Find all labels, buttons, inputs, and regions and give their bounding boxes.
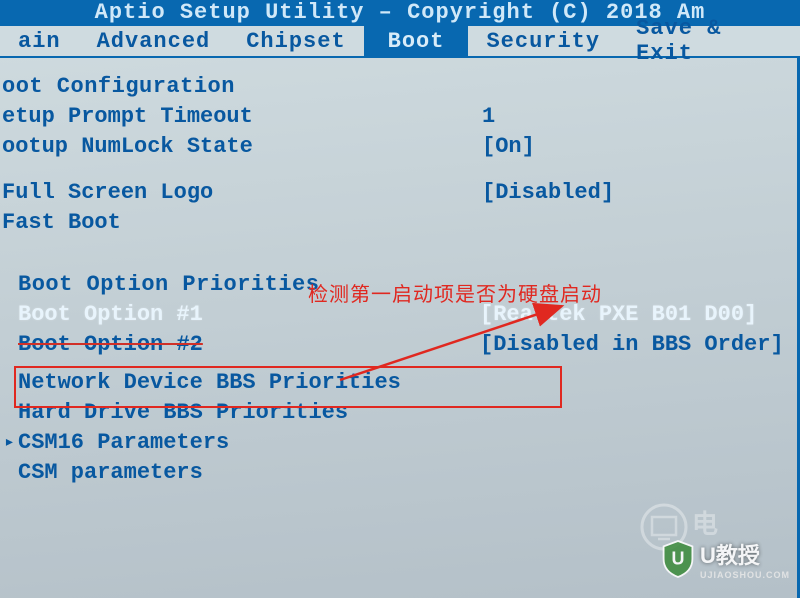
setup-prompt-timeout-row[interactable]: etup Prompt Timeout 1 xyxy=(0,102,797,132)
fullscreen-logo-value: [Disabled] xyxy=(482,178,614,208)
setup-prompt-timeout-label: etup Prompt Timeout xyxy=(2,102,482,132)
fullscreen-logo-row[interactable]: Full Screen Logo [Disabled] xyxy=(0,178,797,208)
network-bbs-label: Network Device BBS Priorities xyxy=(18,368,401,398)
menu-boot[interactable]: Boot xyxy=(364,26,469,57)
fullscreen-logo-label: Full Screen Logo xyxy=(2,178,482,208)
bootup-numlock-value: [On] xyxy=(482,132,535,162)
harddrive-bbs-label: Hard Drive BBS Priorities xyxy=(18,398,348,428)
watermark-url: UJIAOSHOU.COM xyxy=(700,570,790,580)
boot-option-2-value: [Disabled in BBS Order] xyxy=(480,330,784,360)
csm-label: CSM parameters xyxy=(18,458,203,488)
watermark-brand: U教授 xyxy=(700,538,790,570)
fast-boot-row[interactable]: Fast Boot xyxy=(0,208,797,238)
submenu-arrow-icon: ▸ xyxy=(4,428,15,458)
watermark-ujiaoshou: U U教授 UJIAOSHOU.COM xyxy=(660,538,790,580)
svg-text:U: U xyxy=(671,548,684,568)
menu-advanced[interactable]: Advanced xyxy=(79,26,229,57)
bootup-numlock-row[interactable]: ootup NumLock State [On] xyxy=(0,132,797,162)
bios-setup-screen: Aptio Setup Utility – Copyright (C) 2018… xyxy=(0,0,800,598)
shield-icon: U xyxy=(660,539,696,579)
csm16-label: CSM16 Parameters xyxy=(18,428,229,458)
csm-row[interactable]: CSM parameters xyxy=(0,458,797,488)
harddrive-bbs-row[interactable]: Hard Drive BBS Priorities xyxy=(0,398,797,428)
svg-text:电: 电 xyxy=(692,510,718,539)
menu-security[interactable]: Security xyxy=(468,26,618,57)
menu-bar: ain Advanced Chipset Boot Security Save … xyxy=(0,26,800,58)
menu-chipset[interactable]: Chipset xyxy=(228,26,363,57)
boot-option-2-label: Boot Option #2 xyxy=(18,330,480,360)
network-bbs-row[interactable]: Network Device BBS Priorities xyxy=(0,368,797,398)
csm16-row[interactable]: ▸ CSM16 Parameters xyxy=(0,428,797,458)
fast-boot-label: Fast Boot xyxy=(2,208,482,238)
bootup-numlock-label: ootup NumLock State xyxy=(2,132,482,162)
menu-main[interactable]: ain xyxy=(0,26,79,57)
boot-option-2-row[interactable]: Boot Option #2 [Disabled in BBS Order] xyxy=(0,330,797,360)
title-text: Aptio Setup Utility – Copyright (C) 2018… xyxy=(95,0,706,25)
boot-configuration-header: oot Configuration xyxy=(0,72,797,102)
annotation-text: 检测第一启动项是否为硬盘启动 xyxy=(308,278,602,307)
setup-prompt-timeout-value: 1 xyxy=(482,102,495,132)
